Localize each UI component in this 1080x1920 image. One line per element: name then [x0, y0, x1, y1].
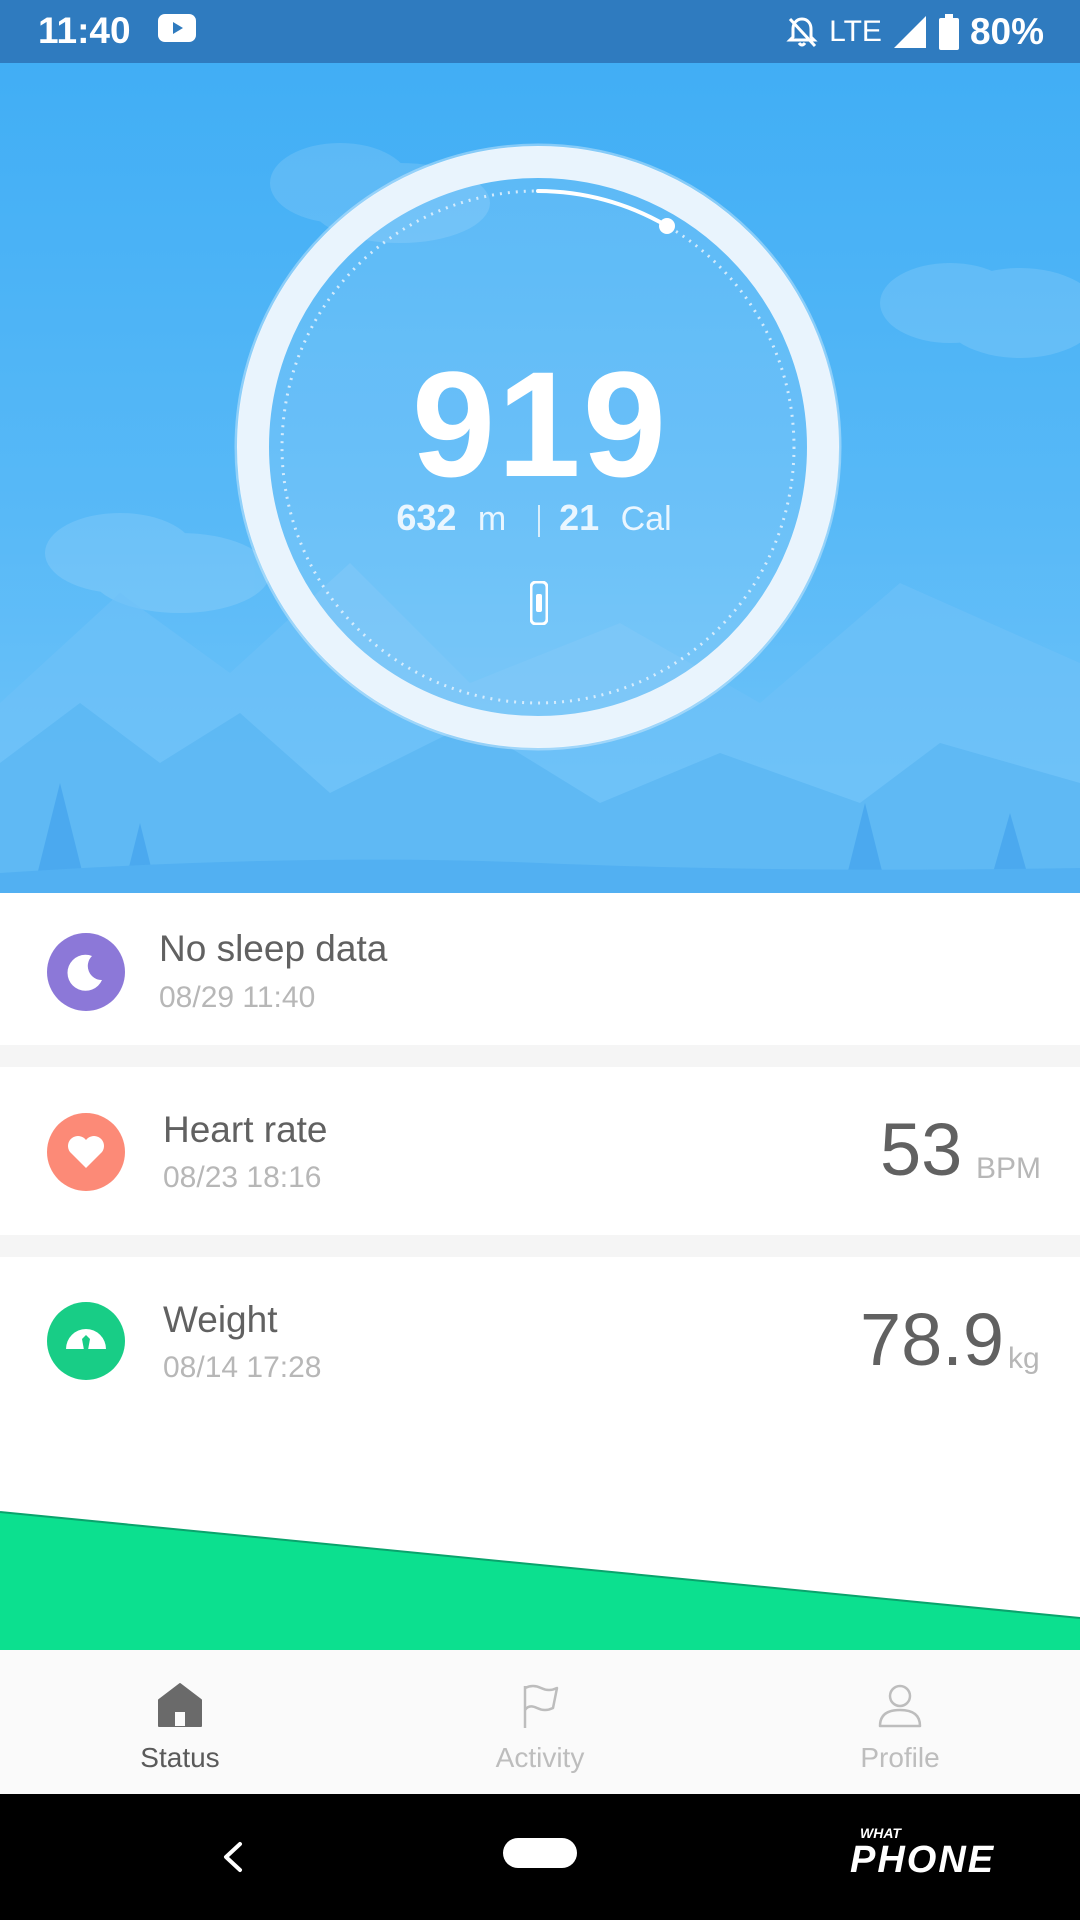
calories-value: 21 [559, 497, 600, 538]
divider [0, 1045, 1080, 1067]
distance-unit: m [477, 500, 507, 538]
battery-percent: 80% [969, 11, 1044, 52]
weight-scale-icon [47, 1302, 125, 1380]
notifications-off-icon [786, 17, 818, 48]
heart-icon [47, 1113, 125, 1191]
nav-activity-label: Activity [495, 1742, 585, 1773]
weight-value: 78.9 [860, 1298, 1005, 1381]
sleep-icon: z [47, 933, 125, 1011]
divider [0, 1235, 1080, 1257]
whatphone-logo: WHAT PHONE [850, 1825, 995, 1880]
status-bar: 11:40 LTE 80% [0, 0, 1080, 63]
svg-text:PHONE: PHONE [850, 1839, 995, 1880]
weight-trend-chart [0, 1511, 1080, 1650]
system-navigation-bar: WHAT PHONE [0, 1794, 1080, 1920]
status-time: 11:40 [38, 10, 131, 51]
steps-hero: 919 632 m 21 Cal [0, 63, 1080, 893]
weight-card[interactable]: Weight 08/14 17:28 78.9 kg [0, 1257, 1080, 1490]
calories-unit: Cal [620, 500, 672, 538]
person-icon [878, 1684, 922, 1728]
heart-rate-unit: BPM [976, 1152, 1042, 1185]
home-icon [158, 1683, 202, 1727]
activity-substats: 632 m 21 Cal [0, 497, 1080, 539]
weight-date: 08/14 17:28 [163, 1351, 322, 1384]
network-type: LTE [829, 15, 882, 48]
nav-profile-label: Profile [860, 1742, 940, 1773]
nav-status-label: Status [140, 1742, 220, 1773]
weight-trend-area [0, 1512, 1080, 1650]
weight-title: Weight [163, 1299, 278, 1340]
step-count: 919 [411, 340, 669, 508]
bottom-navigation: Status Activity Profile [0, 1650, 1080, 1794]
distance-value: 632 [396, 497, 457, 538]
nav-profile[interactable]: Profile [720, 1650, 1080, 1794]
flag-icon [523, 1684, 559, 1728]
sleep-date: 08/29 11:40 [159, 981, 316, 1014]
back-icon[interactable] [218, 1838, 248, 1876]
heart-rate-title: Heart rate [163, 1109, 328, 1150]
sleep-title: No sleep data [159, 928, 388, 969]
fitness-band-icon[interactable] [530, 581, 548, 625]
svg-text:z: z [92, 959, 98, 973]
heart-rate-card[interactable]: Heart rate 08/23 18:16 53 BPM [0, 1067, 1080, 1235]
stats-divider [537, 505, 540, 538]
nav-activity[interactable]: Activity [360, 1650, 720, 1794]
nav-status[interactable]: Status [0, 1650, 360, 1794]
weight-unit: kg [1008, 1342, 1040, 1375]
home-button[interactable] [503, 1838, 577, 1868]
heart-rate-date: 08/23 18:16 [163, 1161, 322, 1194]
youtube-icon [158, 14, 196, 42]
heart-rate-value: 53 [880, 1108, 963, 1191]
signal-icon [893, 16, 926, 48]
status-icons: LTE 80% [785, 10, 1044, 54]
sleep-card[interactable]: z No sleep data 08/29 11:40 [0, 893, 1080, 1045]
battery-icon [938, 14, 959, 50]
